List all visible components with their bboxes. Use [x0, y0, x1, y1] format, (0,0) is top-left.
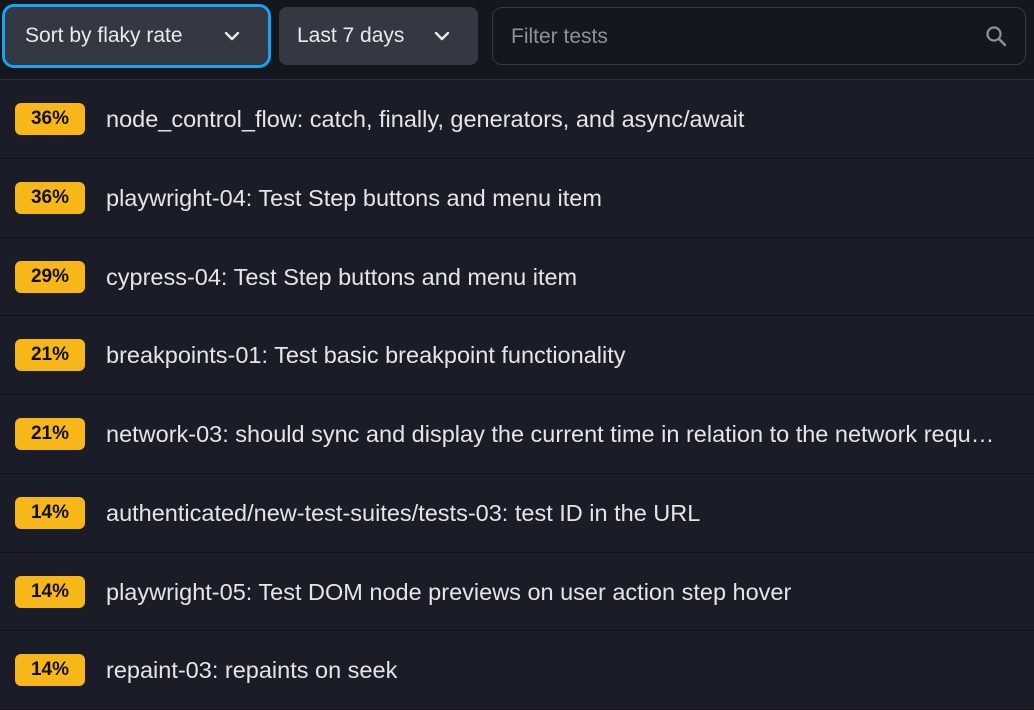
flaky-rate-badge: 14%	[15, 654, 85, 687]
test-row[interactable]: 14% playwright-05: Test DOM node previews…	[0, 552, 1034, 632]
filter-search-box	[492, 7, 1026, 65]
search-icon[interactable]	[985, 25, 1007, 47]
test-row[interactable]: 14% repaint-03: repaints on seek	[0, 631, 1034, 710]
flaky-rate-badge: 36%	[15, 103, 85, 135]
flaky-rate-badge: 36%	[15, 181, 85, 214]
test-title: playwright-04: Test Step buttons and men…	[106, 184, 602, 211]
flaky-rate-badge: 21%	[15, 339, 85, 372]
test-row[interactable]: 36% playwright-04: Test Step buttons and …	[0, 158, 1034, 238]
test-title: authenticated/new-test-suites/tests-03: …	[106, 499, 701, 526]
date-range-label: Last 7 days	[297, 24, 405, 47]
test-row[interactable]: 36% node_control_flow: catch, finally, ge…	[0, 80, 1034, 159]
flaky-rate-badge: 29%	[15, 260, 85, 293]
sort-dropdown-label: Sort by flaky rate	[25, 24, 183, 47]
test-row[interactable]: 21% network-03: should sync and display t…	[0, 395, 1034, 474]
test-title: cypress-04: Test Step buttons and menu i…	[106, 263, 578, 290]
filter-tests-input[interactable]	[511, 22, 961, 52]
test-title: breakpoints-01: Test basic breakpoint fu…	[106, 342, 626, 369]
date-range-dropdown[interactable]: Last 7 days	[279, 7, 478, 65]
toolbar: Sort by flaky rate Last 7 days	[0, 0, 1034, 80]
flaky-rate-badge: 21%	[15, 418, 85, 450]
test-row[interactable]: 21% breakpoints-01: Test basic breakpoint…	[0, 316, 1034, 395]
chevron-down-icon	[224, 31, 240, 41]
test-title: repaint-03: repaints on seek	[106, 657, 398, 684]
flaky-rate-badge: 14%	[15, 496, 85, 529]
sort-dropdown[interactable]: Sort by flaky rate	[2, 4, 271, 68]
test-title: playwright-05: Test DOM node previews on…	[106, 578, 792, 605]
chevron-down-icon	[434, 31, 450, 41]
test-row[interactable]: 14% authenticated/new-test-suites/tests-0…	[0, 473, 1034, 553]
test-title: network-03: should sync and display the …	[106, 421, 996, 447]
test-row[interactable]: 29% cypress-04: Test Step buttons and men…	[0, 237, 1034, 317]
flaky-rate-badge: 14%	[15, 575, 85, 608]
test-title: node_control_flow: catch, finally, gener…	[106, 106, 745, 132]
flaky-test-list: 36% node_control_flow: catch, finally, ge…	[0, 80, 1034, 710]
